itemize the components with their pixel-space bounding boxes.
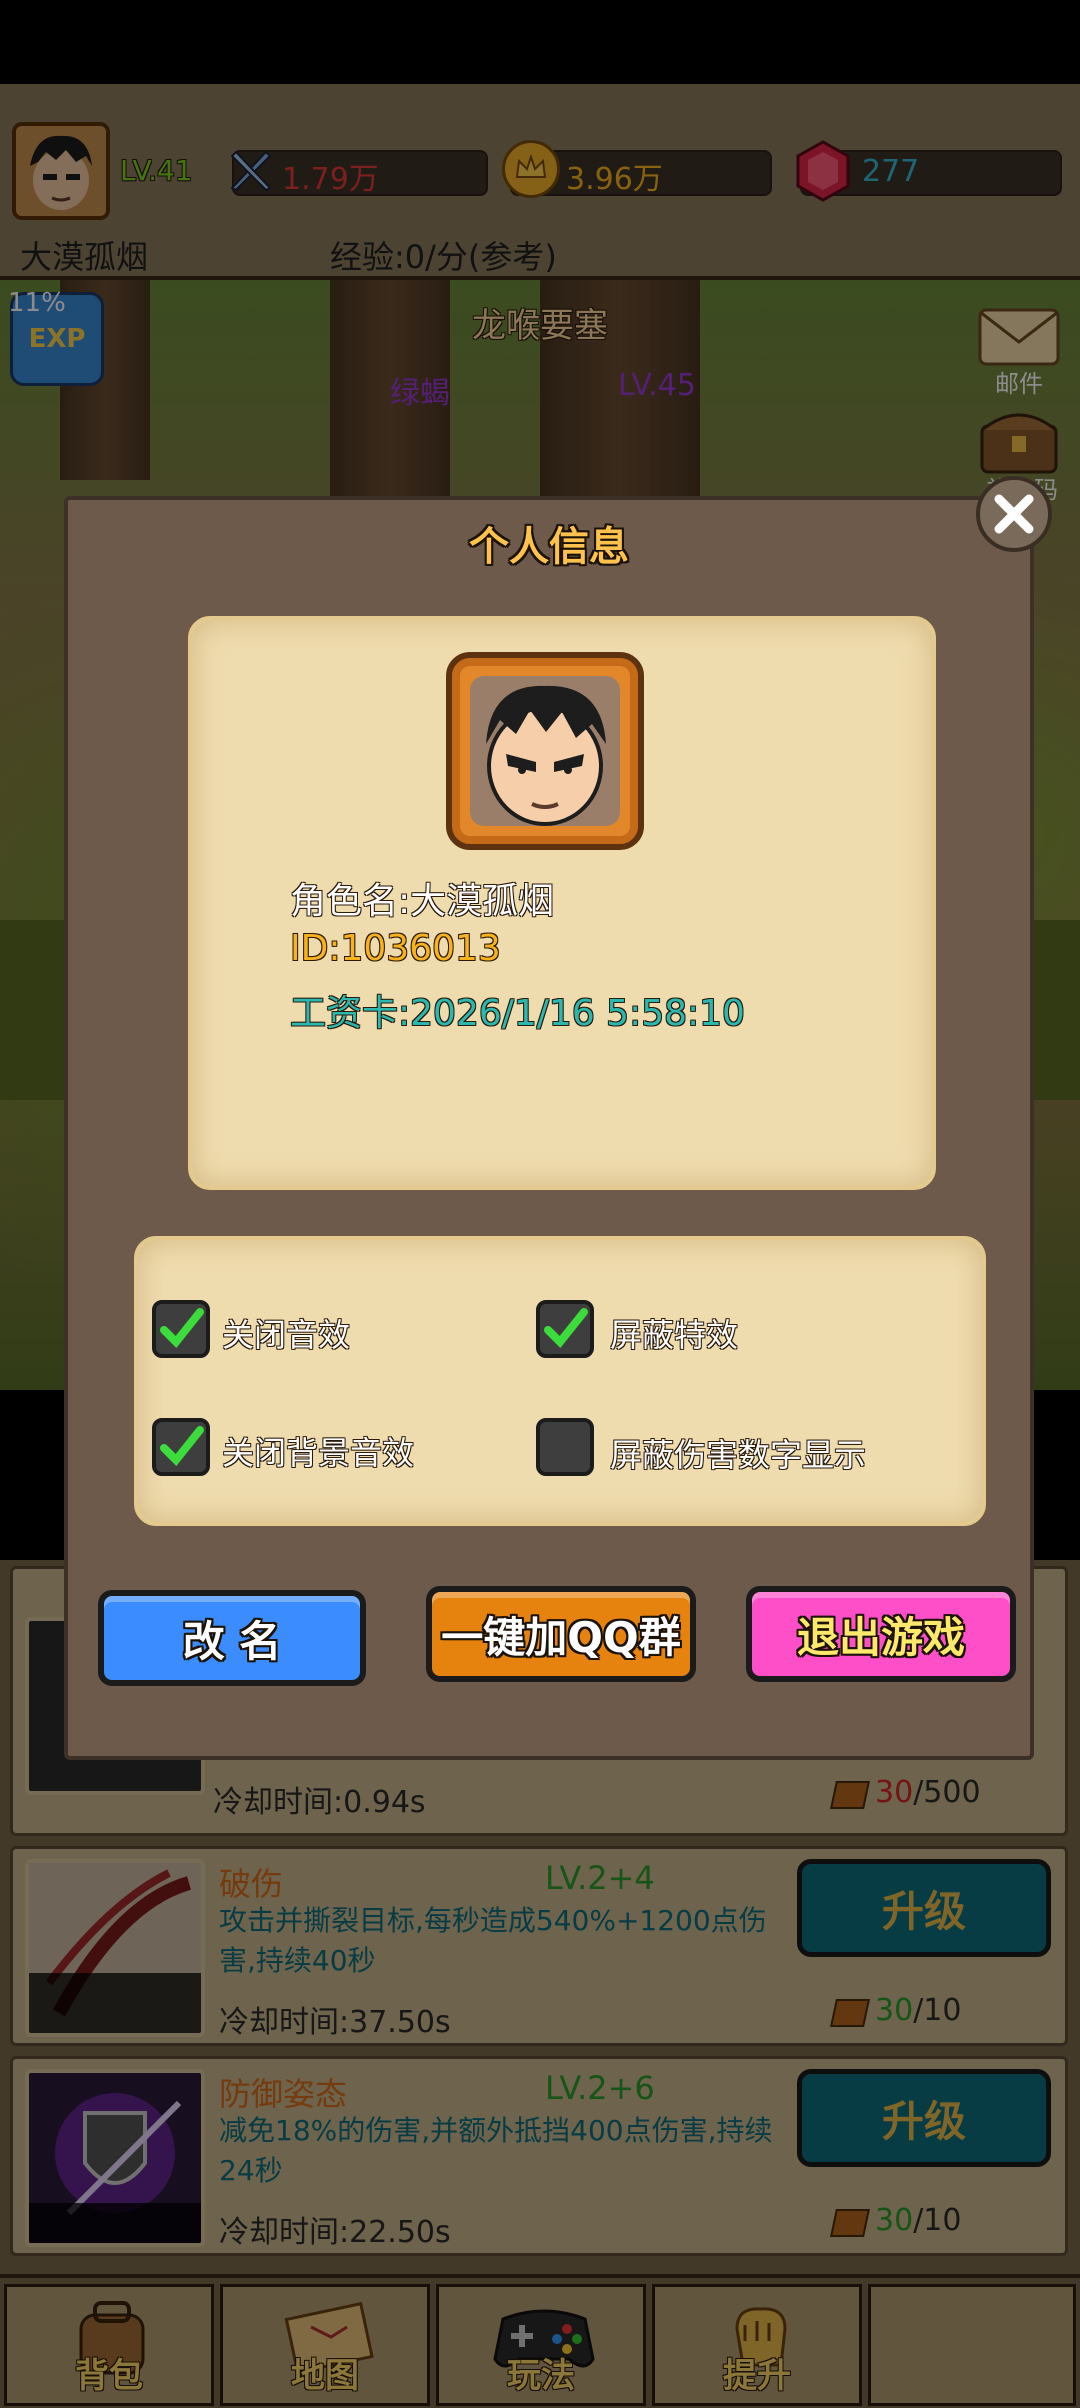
profile-dialog: 个人信息 角色名:大漠孤烟 ID:1036013 工资卡:2026/1/16 5… — [64, 496, 1034, 1760]
player-id: ID:1036013 — [290, 928, 501, 969]
close-dialog-button[interactable] — [976, 476, 1052, 552]
profile-avatar[interactable] — [446, 652, 644, 850]
checkmark-icon — [544, 1308, 588, 1348]
rename-button[interactable]: 改 名 — [98, 1590, 366, 1686]
dialog-title: 个人信息 — [469, 524, 629, 570]
exit-game-button[interactable]: 退出游戏 — [746, 1586, 1016, 1682]
hide-effects-label: 屏蔽特效 — [610, 1316, 739, 1354]
join-qq-group-button[interactable]: 一键加QQ群 — [426, 1586, 696, 1682]
hide-effects-checkbox[interactable] — [536, 1300, 594, 1358]
hide-damage-numbers-label: 屏蔽伤害数字显示 — [610, 1436, 867, 1474]
hide-damage-numbers-checkbox[interactable] — [536, 1418, 594, 1476]
mute-bgm-label: 关闭背景音效 — [222, 1434, 415, 1472]
checkmark-icon — [160, 1308, 204, 1348]
mute-bgm-checkbox[interactable] — [152, 1418, 210, 1476]
mute-sfx-label: 关闭音效 — [222, 1316, 351, 1354]
close-icon — [994, 494, 1034, 534]
hero-face-icon — [470, 676, 620, 826]
checkmark-icon — [160, 1426, 204, 1466]
role-name: 角色名:大漠孤烟 — [290, 881, 555, 922]
salary-card: 工资卡:2026/1/16 5:58:10 — [290, 993, 745, 1034]
profile-card: 角色名:大漠孤烟 ID:1036013 工资卡:2026/1/16 5:58:1… — [188, 616, 936, 1190]
settings-panel: 关闭音效 屏蔽特效 关闭背景音效 屏蔽伤害数字显示 — [134, 1236, 986, 1526]
mute-sfx-checkbox[interactable] — [152, 1300, 210, 1358]
